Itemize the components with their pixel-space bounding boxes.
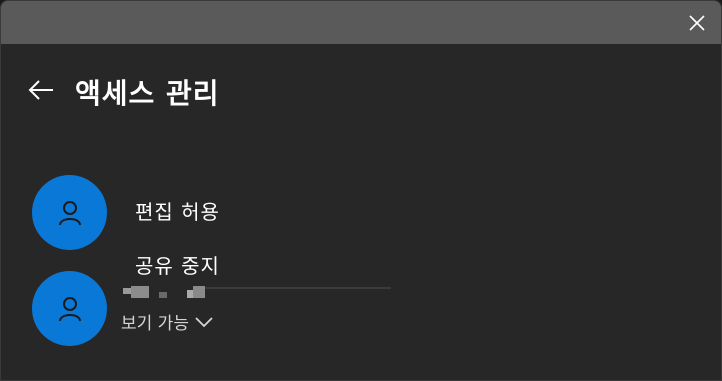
back-button[interactable] — [25, 74, 57, 106]
permission-label: 보기 가능 — [121, 314, 189, 334]
menu-item-allow-edit[interactable]: 편집 허용 — [135, 196, 220, 225]
dialog-content: 액세스 관리 보기 가능 편집 허용 공유 중지 — [1, 44, 721, 380]
page-title: 액세스 관리 — [75, 77, 220, 110]
back-arrow-icon — [28, 80, 53, 100]
person-icon — [58, 200, 81, 225]
close-button[interactable] — [685, 11, 709, 35]
chevron-down-icon — [195, 316, 213, 327]
avatar[interactable] — [32, 271, 107, 346]
close-icon — [689, 15, 705, 31]
manage-access-dialog: 액세스 관리 보기 가능 편집 허용 공유 중지 — [0, 0, 722, 381]
permission-dropdown[interactable]: 보기 가능 — [121, 309, 213, 334]
redacted-user-name — [121, 286, 391, 300]
avatar[interactable] — [32, 175, 107, 250]
person-icon — [58, 296, 81, 321]
title-bar — [1, 1, 721, 44]
menu-item-stop-sharing[interactable]: 공유 중지 — [135, 250, 220, 279]
